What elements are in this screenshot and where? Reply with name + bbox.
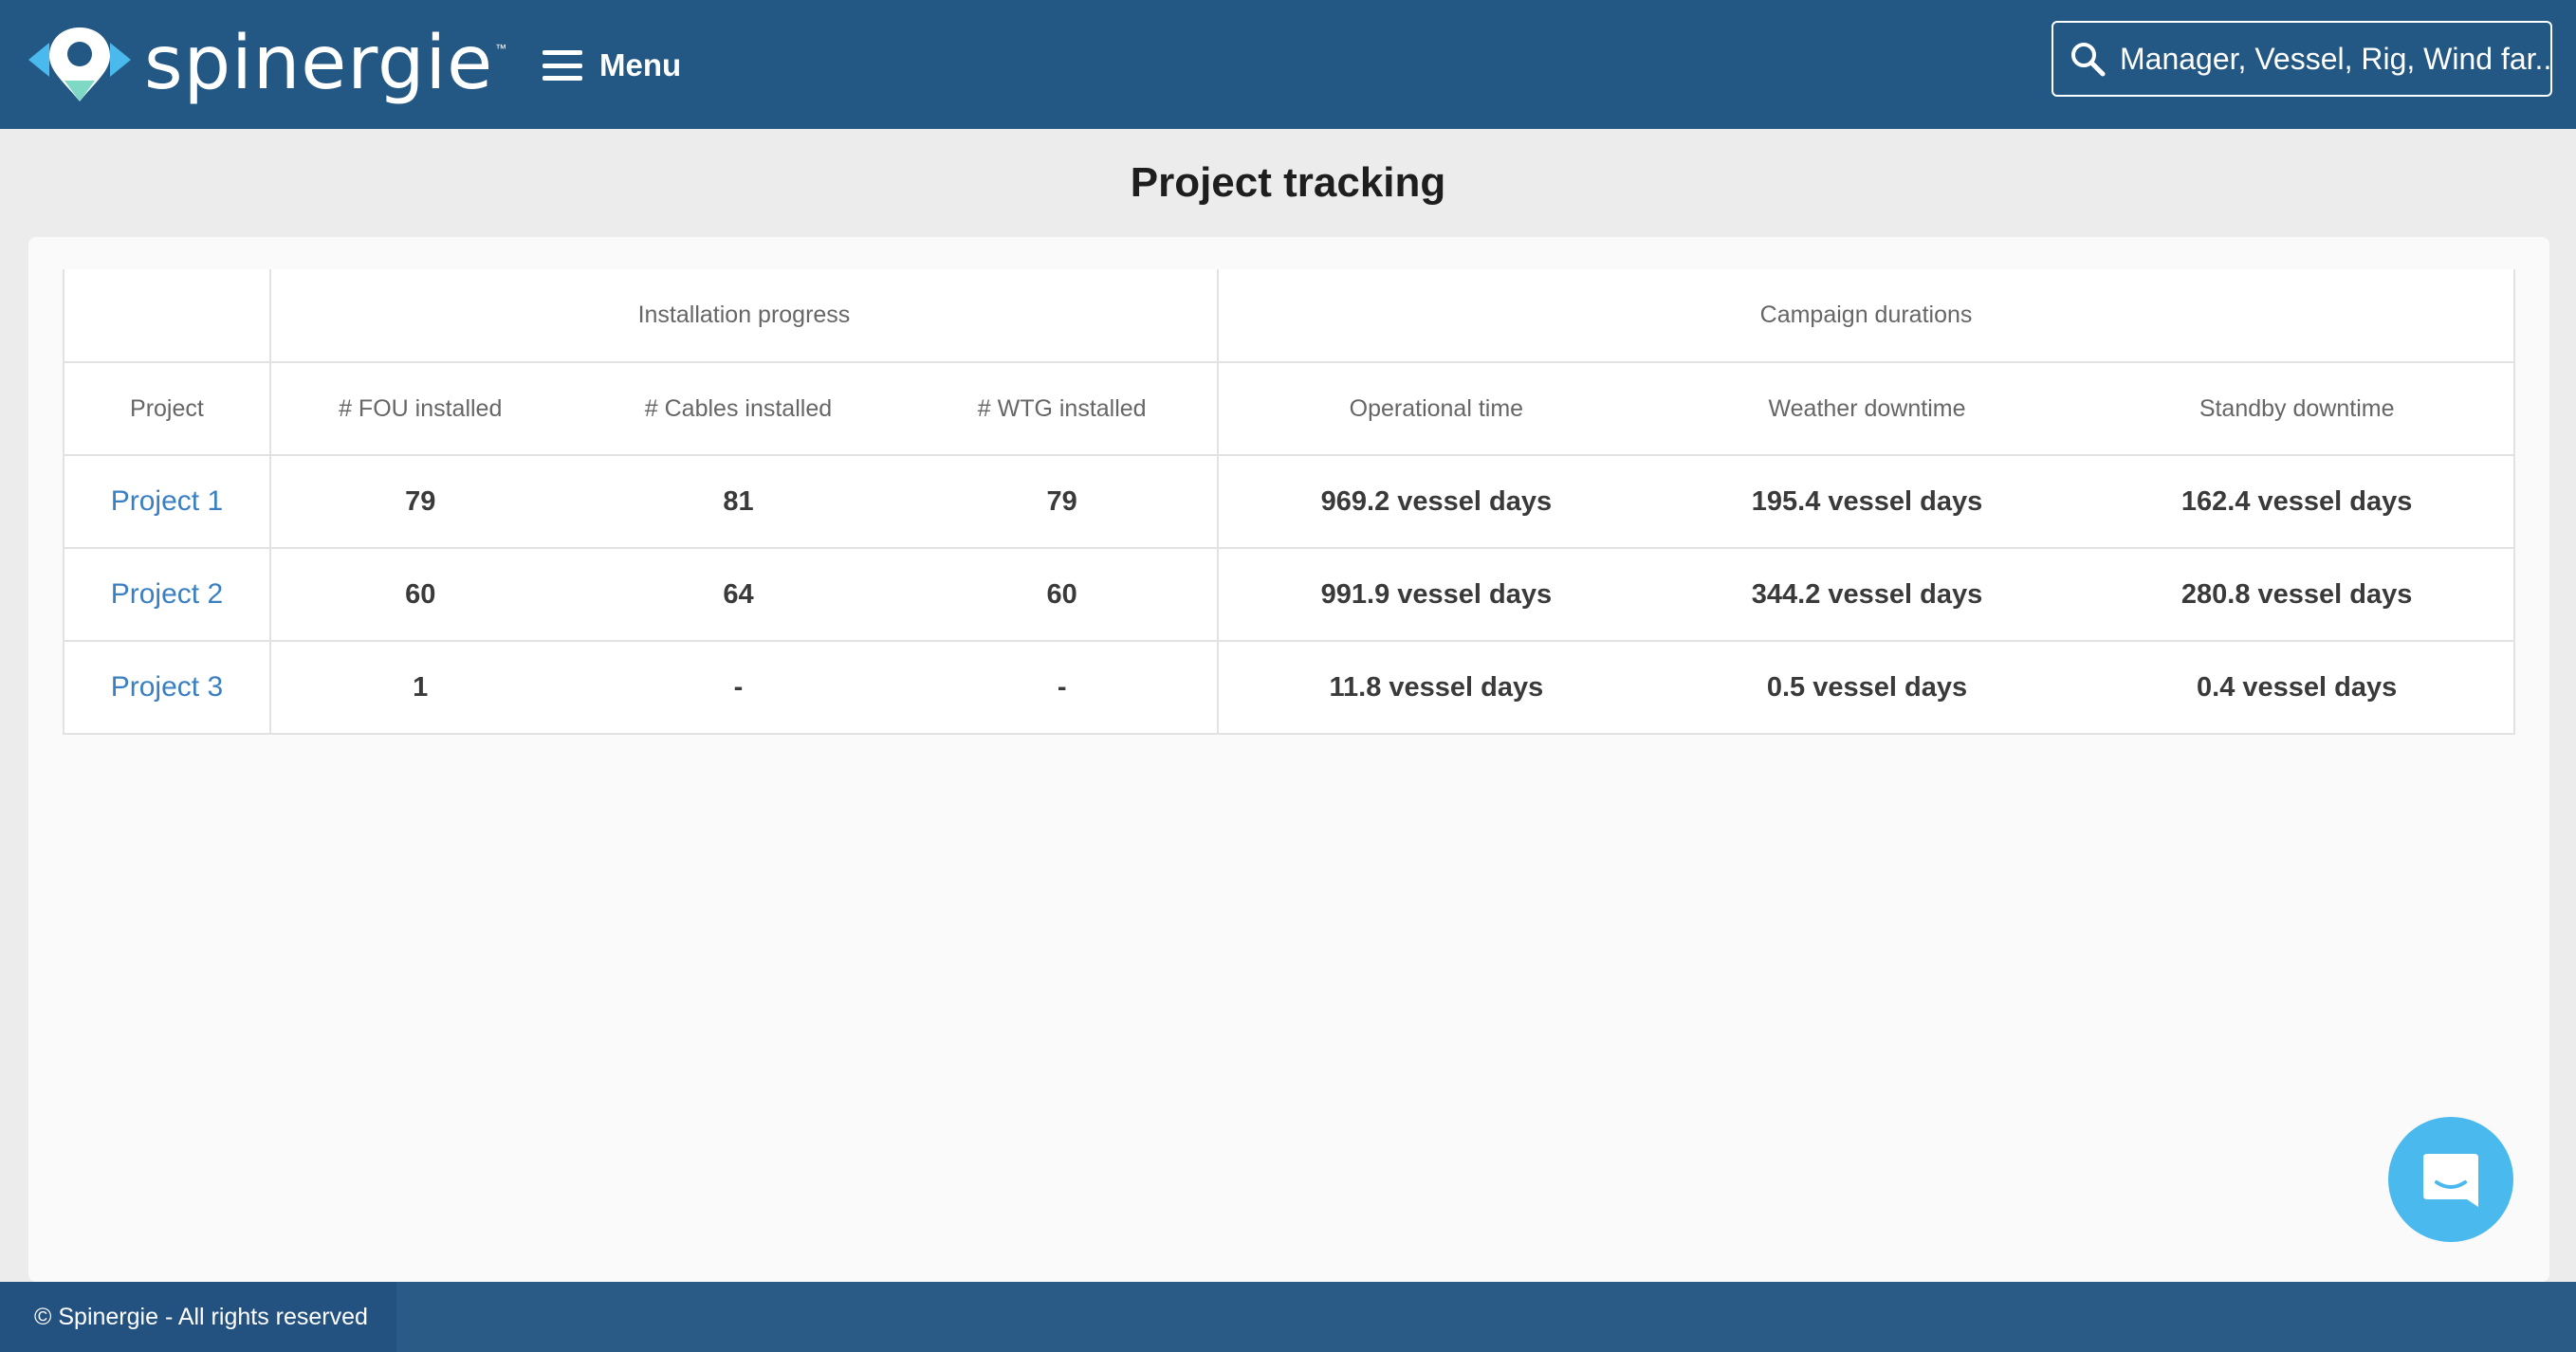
project-link[interactable]: Project 2 <box>111 578 223 610</box>
top-navigation-bar: spinergie ™ Menu <box>0 0 2576 129</box>
weather-downtime-cell: 0.5 vessel days <box>1653 640 2081 735</box>
table-row: Project 2 60 64 60 991.9 vessel days 344… <box>63 547 2515 642</box>
project-cell: Project 2 <box>63 547 271 642</box>
trademark-mark: ™ <box>495 42 507 55</box>
page-title: Project tracking <box>1130 159 1446 206</box>
project-cell: Project 3 <box>63 640 271 735</box>
standby-downtime-cell: 162.4 vessel days <box>2080 454 2515 549</box>
project-link[interactable]: Project 1 <box>111 485 223 517</box>
chat-support-button[interactable] <box>2388 1117 2513 1242</box>
weather-downtime-cell: 195.4 vessel days <box>1653 454 2081 549</box>
column-header-fou-installed[interactable]: # FOU installed <box>268 361 570 456</box>
column-header-wtg-installed[interactable]: # WTG installed <box>907 361 1220 456</box>
column-header-project[interactable]: Project <box>63 361 271 456</box>
table-row: Project 3 1 - - 11.8 vessel days 0.5 ves… <box>63 640 2515 735</box>
cables-installed-cell: - <box>569 640 908 735</box>
cables-installed-cell: 81 <box>569 454 908 549</box>
column-header-weather-downtime[interactable]: Weather downtime <box>1653 361 2081 456</box>
fou-installed-cell: 79 <box>268 454 570 549</box>
standby-downtime-cell: 280.8 vessel days <box>2080 547 2515 642</box>
search-input[interactable] <box>2120 41 2550 77</box>
column-header-standby-downtime[interactable]: Standby downtime <box>2080 361 2515 456</box>
group-header-empty <box>63 269 271 363</box>
wtg-installed-cell: 60 <box>907 547 1220 642</box>
footer: © Spinergie - All rights reserved <box>0 1282 2576 1352</box>
spinergie-logo-icon <box>28 27 131 101</box>
project-tracking-table: Installation progress Campaign durations… <box>63 269 2515 735</box>
fou-installed-cell: 1 <box>268 640 570 735</box>
operational-time-cell: 969.2 vessel days <box>1217 454 1654 549</box>
column-header-cables-installed[interactable]: # Cables installed <box>569 361 908 456</box>
search-icon <box>2071 43 2106 77</box>
menu-button[interactable]: Menu <box>543 42 681 89</box>
operational-time-cell: 991.9 vessel days <box>1217 547 1654 642</box>
logo-wordmark: spinergie <box>144 21 494 106</box>
standby-downtime-cell: 0.4 vessel days <box>2080 640 2515 735</box>
wtg-installed-cell: - <box>907 640 1220 735</box>
project-link[interactable]: Project 3 <box>111 671 223 703</box>
group-header-campaign-durations: Campaign durations <box>1217 269 2515 363</box>
project-cell: Project 1 <box>63 454 271 549</box>
table-row: Project 1 79 81 79 969.2 vessel days 195… <box>63 454 2515 549</box>
wtg-installed-cell: 79 <box>907 454 1220 549</box>
hamburger-icon <box>543 50 582 81</box>
fou-installed-cell: 60 <box>268 547 570 642</box>
chat-icon <box>2423 1154 2478 1207</box>
cables-installed-cell: 64 <box>569 547 908 642</box>
menu-label: Menu <box>599 47 682 82</box>
operational-time-cell: 11.8 vessel days <box>1217 640 1654 735</box>
weather-downtime-cell: 344.2 vessel days <box>1653 547 2081 642</box>
group-header-installation-progress: Installation progress <box>268 269 1220 363</box>
spinergie-logo[interactable]: spinergie ™ <box>28 21 506 106</box>
copyright-text: © Spinergie - All rights reserved <box>0 1282 396 1352</box>
project-tracking-card: Installation progress Campaign durations… <box>28 237 2549 1282</box>
column-header-operational-time[interactable]: Operational time <box>1217 361 1654 456</box>
global-search[interactable] <box>2052 21 2552 97</box>
